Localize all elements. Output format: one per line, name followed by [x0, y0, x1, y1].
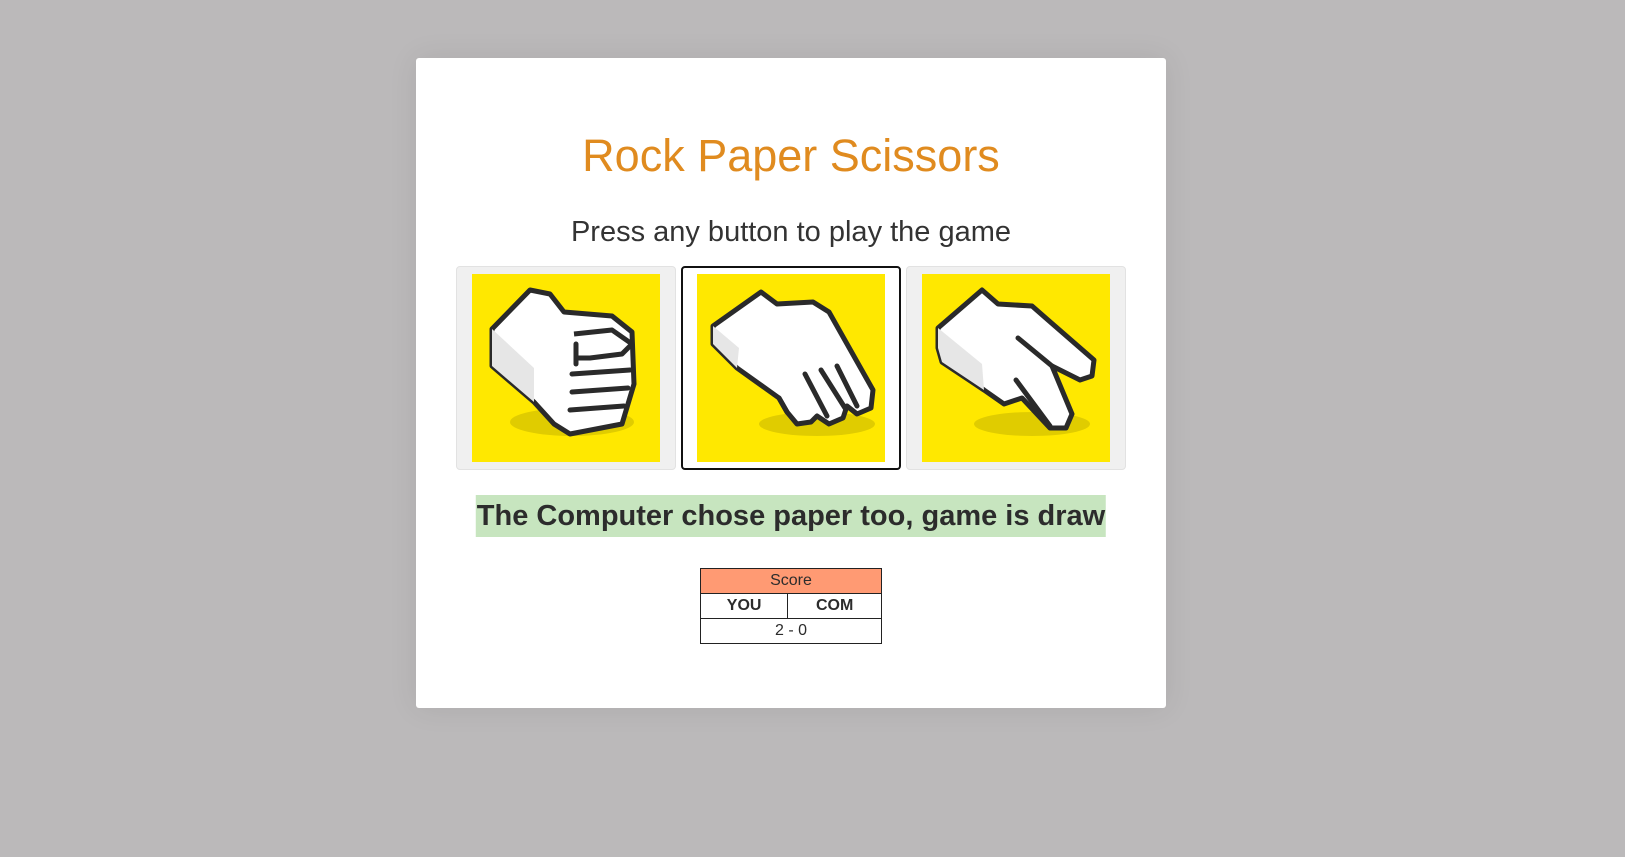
- score-value: 2 - 0: [700, 618, 882, 644]
- page-title: Rock Paper Scissors: [582, 130, 1000, 181]
- rock-hand-icon: [472, 274, 660, 462]
- score-header: Score: [700, 568, 882, 594]
- paper-button[interactable]: [681, 266, 901, 470]
- result-message: The Computer chose paper too, game is dr…: [475, 495, 1107, 537]
- score-table: Score YOU COM 2 - 0: [699, 568, 882, 644]
- game-card: Rock Paper Scissors Press any button to …: [416, 58, 1166, 708]
- instruction-text: Press any button to play the game: [570, 216, 1012, 248]
- paper-hand-icon: [697, 274, 885, 462]
- player-label: YOU: [699, 593, 789, 619]
- scissors-hand-icon: [922, 274, 1110, 462]
- computer-label: COM: [787, 593, 882, 619]
- rock-button[interactable]: [456, 266, 676, 470]
- scissors-button[interactable]: [906, 266, 1126, 470]
- choice-buttons: [456, 266, 1126, 470]
